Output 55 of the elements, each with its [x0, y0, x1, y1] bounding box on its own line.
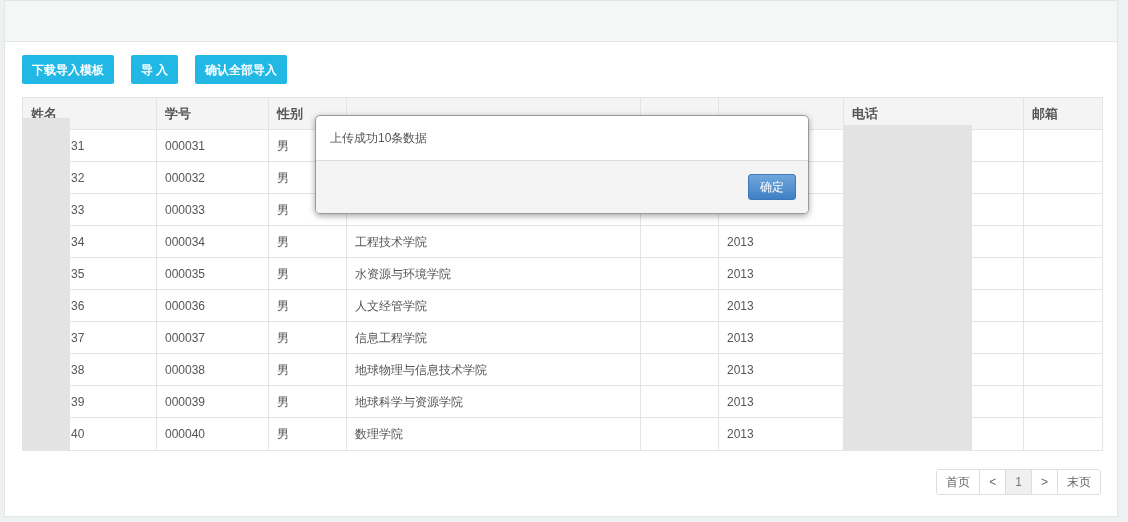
table-cell-text: 男: [276, 169, 289, 187]
column-header: 邮箱: [1031, 104, 1058, 123]
table-cell-text: 2013: [726, 426, 754, 443]
table-cell-text: 水资源与环境学院: [354, 265, 451, 283]
table-cell-text: 信息工程学院: [354, 329, 427, 347]
table-cell-text: 37: [70, 329, 85, 347]
table-cell-text: 男: [276, 393, 289, 411]
table-cell-text: 男: [276, 329, 289, 347]
table-cell-text: 男: [276, 265, 289, 283]
dialog-message: 上传成功10条数据: [330, 130, 428, 147]
table-cell-text: 2013: [726, 329, 754, 347]
toolbar-button[interactable]: 确认全部导入: [195, 55, 288, 84]
table-cell-text: 人文经管学院: [354, 297, 427, 315]
table-cell-text: 000035: [164, 265, 206, 283]
table-cell-text: 000040: [164, 426, 206, 443]
table-cell-text: 工程技术学院: [354, 233, 427, 251]
table-cell-text: 男: [276, 361, 289, 379]
table-cell-text: 2013: [726, 265, 754, 283]
table-cell-text: 000031: [164, 137, 206, 155]
table-cell-text: 32: [70, 169, 85, 187]
page-button[interactable]: 1: [1006, 470, 1032, 494]
page-button[interactable]: 首页: [937, 470, 981, 494]
table-cell-text: 男: [276, 137, 289, 155]
table-cell-text: 33: [70, 201, 85, 219]
table-cell-text: 地球物理与信息技术学院: [354, 361, 487, 379]
table-cell-text: 男: [276, 233, 289, 251]
table-cell-text: 2013: [726, 361, 754, 379]
table-cell-text: 数理学院: [354, 426, 403, 443]
table-cell-text: 2013: [726, 393, 754, 411]
table-cell-text: 男: [276, 297, 289, 315]
table-cell-text: 男: [276, 201, 289, 219]
table-cell-text: 2013: [726, 233, 754, 251]
table-cell-text: 38: [70, 361, 85, 379]
confirm-button[interactable]: 确定: [748, 174, 796, 200]
table-cell-text: 31: [70, 137, 85, 155]
column-header: 学号: [164, 104, 191, 123]
table-cell-text: 地球科学与资源学院: [354, 393, 463, 411]
table-cell-text: 2013: [726, 297, 754, 315]
table-cell-text: 000039: [164, 393, 206, 411]
table-cell-text: 34: [70, 233, 85, 251]
table-cell-text: 000037: [164, 329, 206, 347]
column-header: 电话: [851, 104, 878, 123]
column-header: 性别: [275, 104, 303, 123]
table-cell-text: 000032: [164, 169, 206, 187]
table-cell-text: 000036: [164, 297, 206, 315]
toolbar-button[interactable]: 导 入: [131, 55, 179, 84]
table-cell-text: 40: [70, 426, 85, 443]
table-cell-text: 000033: [164, 201, 206, 219]
table-cell-text: 000038: [164, 361, 206, 379]
table-cell-text: 男: [276, 426, 289, 443]
toolbar-button[interactable]: 下载导入模板: [22, 55, 114, 84]
table-cell-text: 36: [70, 297, 85, 315]
table-cell-text: 000034: [164, 233, 206, 251]
table-cell-text: 39: [70, 393, 85, 411]
table-cell-text: 35: [70, 265, 85, 283]
